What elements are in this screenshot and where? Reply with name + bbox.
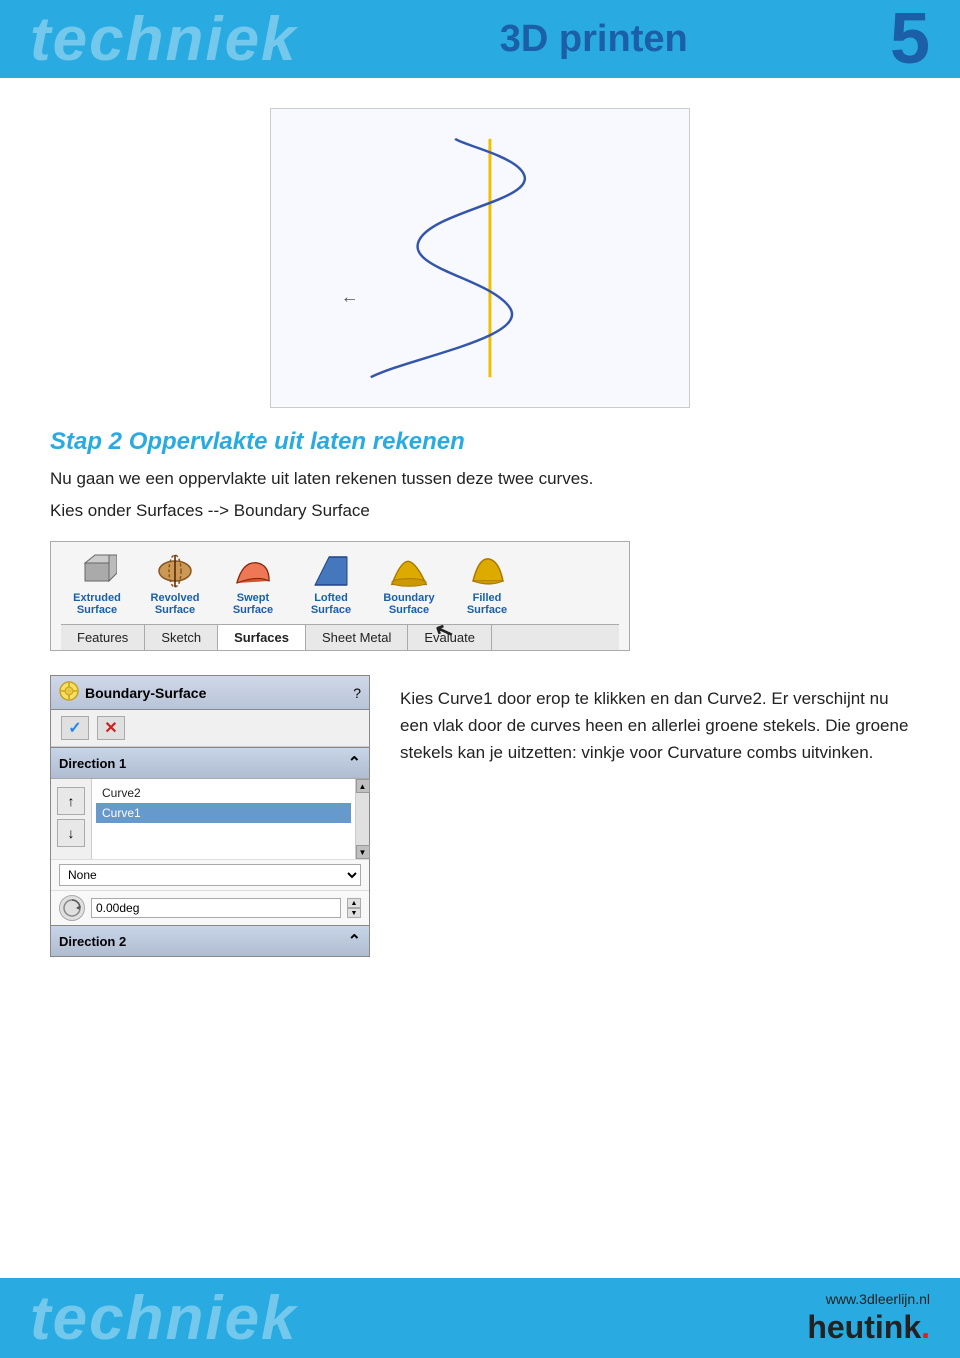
tab-surfaces[interactable]: Surfaces: [218, 625, 306, 650]
panel-header-left: Boundary-Surface: [59, 681, 206, 704]
lofted-surface-icon: [310, 552, 352, 590]
direction1-expand-icon: ⌃: [348, 753, 361, 773]
swept-surface-icon: [232, 552, 274, 590]
deg-spin-up-button[interactable]: ▲: [347, 898, 361, 908]
revolved-surface-icon: [154, 552, 196, 590]
toolbar-swept[interactable]: SweptSurface: [217, 552, 289, 616]
curve1-item[interactable]: Curve1: [96, 803, 351, 823]
toolbar-revolved[interactable]: RevolvedSurface: [139, 552, 211, 616]
boundary-surface-panel: Boundary-Surface ? ✓ ✕ Direction 1 ⌃ ↑ ↓: [50, 675, 370, 957]
right-text: Kies Curve1 door erop te klikken en dan …: [400, 675, 910, 957]
swept-label: SweptSurface: [233, 592, 273, 616]
direction1-header[interactable]: Direction 1 ⌃: [51, 747, 369, 779]
deg-spin-down-button[interactable]: ▼: [347, 908, 361, 918]
footer-url: www.3dleerlijn.nl: [826, 1291, 930, 1307]
direction2-header[interactable]: Direction 2 ⌃: [51, 925, 369, 956]
toolbar-tabs: Features Sketch Surfaces Sheet Metal Eva…: [61, 624, 619, 650]
footer: techniek www.3dleerlijn.nl heutink.: [0, 1278, 960, 1358]
extruded-surface-icon: [76, 552, 118, 590]
header-watermark: techniek: [30, 4, 298, 75]
boundary-surface-icon: [388, 552, 430, 590]
direction1-up-button[interactable]: ↑: [57, 787, 85, 815]
panel-header: Boundary-Surface ?: [51, 676, 369, 710]
scroll-up-button[interactable]: ▲: [356, 779, 370, 793]
tab-sheet-metal[interactable]: Sheet Metal: [306, 625, 408, 650]
deg-spinner: ▲ ▼: [347, 898, 361, 918]
step-title: Stap 2 Oppervlakte uit laten rekenen: [50, 428, 910, 456]
deg-input[interactable]: [91, 898, 341, 918]
none-select[interactable]: None: [59, 864, 361, 886]
tab-features[interactable]: Features: [61, 625, 145, 650]
direction2-expand-icon: ⌃: [348, 931, 361, 951]
header-title: 3D printen: [500, 18, 688, 61]
footer-watermark: techniek: [30, 1283, 298, 1354]
boundary-label: BoundarySurface: [383, 592, 434, 616]
top-image: ←: [270, 108, 690, 408]
footer-brand: heutink.: [807, 1309, 930, 1346]
panel-question-mark[interactable]: ?: [353, 685, 361, 701]
panel-compass-icon: [59, 681, 79, 704]
toolbar-filled[interactable]: FilledSurface: [451, 552, 523, 616]
direction1-scrollbar[interactable]: ▲ ▼: [355, 779, 369, 859]
filled-label: FilledSurface: [467, 592, 507, 616]
panel-title: Boundary-Surface: [85, 685, 206, 701]
footer-right: www.3dleerlijn.nl heutink.: [807, 1291, 930, 1346]
rotation-icon: [59, 895, 85, 921]
main-content: ← Stap 2 Oppervlakte uit laten rekenen N…: [0, 78, 960, 977]
filled-surface-icon: [466, 552, 508, 590]
none-row: None: [51, 859, 369, 890]
header-number: 5: [890, 3, 930, 75]
curve2-item[interactable]: Curve2: [96, 783, 351, 803]
direction1-content: ↑ ↓ Curve2 Curve1 ▲ ▼: [51, 779, 369, 859]
step-text1: Nu gaan we een oppervlakte uit laten rek…: [50, 466, 910, 492]
revolved-label: RevolvedSurface: [151, 592, 200, 616]
svg-text:←: ←: [341, 287, 359, 307]
toolbar-boundary[interactable]: BoundarySurface ↖: [373, 552, 445, 616]
panel-cancel-button[interactable]: ✕: [97, 716, 125, 740]
toolbar-extruded[interactable]: ExtrudedSurface: [61, 552, 133, 616]
panel-confirm-button[interactable]: ✓: [61, 716, 89, 740]
tab-sketch[interactable]: Sketch: [145, 625, 218, 650]
direction1-curve-list: Curve2 Curve1: [92, 779, 355, 859]
extruded-label: ExtrudedSurface: [73, 592, 121, 616]
toolbar-lofted[interactable]: LoftedSurface: [295, 552, 367, 616]
step-text2: Kies onder Surfaces --> Boundary Surface: [50, 498, 910, 524]
toolbar-area: ExtrudedSurface RevolvedSurface: [50, 541, 630, 651]
direction2-label: Direction 2: [59, 934, 126, 949]
direction1-arrows: ↑ ↓: [51, 779, 92, 859]
header: techniek 3D printen 5: [0, 0, 960, 78]
direction1-label: Direction 1: [59, 756, 126, 771]
deg-row: ▲ ▼: [51, 890, 369, 925]
bottom-section: Boundary-Surface ? ✓ ✕ Direction 1 ⌃ ↑ ↓: [50, 675, 910, 957]
right-paragraph: Kies Curve1 door erop te klikken en dan …: [400, 685, 910, 767]
lofted-label: LoftedSurface: [311, 592, 351, 616]
direction1-down-button[interactable]: ↓: [57, 819, 85, 847]
toolbar-icons: ExtrudedSurface RevolvedSurface: [61, 552, 619, 624]
panel-checkx-row: ✓ ✕: [51, 710, 369, 747]
scroll-down-button[interactable]: ▼: [356, 845, 370, 859]
